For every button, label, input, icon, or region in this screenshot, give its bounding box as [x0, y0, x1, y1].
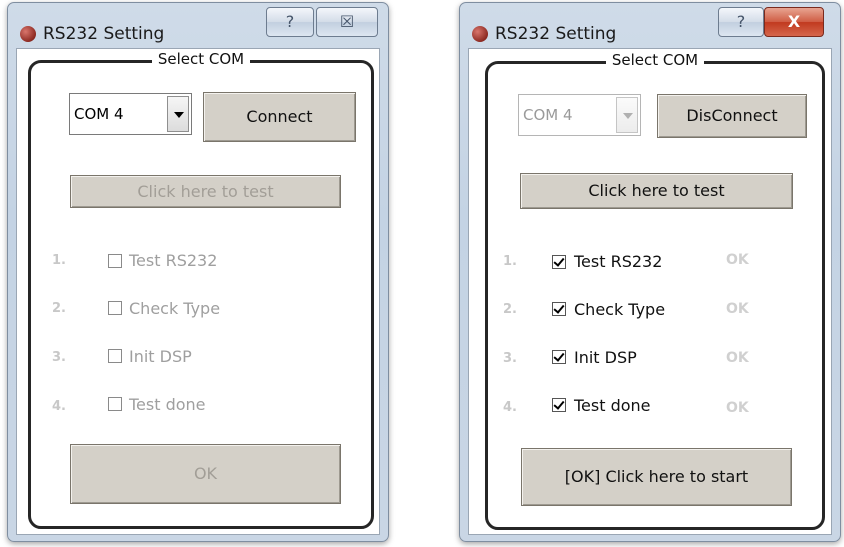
- test-button[interactable]: Click here to test: [520, 173, 793, 209]
- init-dsp-checkbox[interactable]: [108, 349, 122, 363]
- init-dsp-status: OK: [726, 350, 749, 366]
- com-port-select[interactable]: COM 4: [518, 94, 641, 136]
- title-bar[interactable]: RS232 Setting ? X: [460, 3, 840, 44]
- init-dsp-label: Init DSP: [129, 347, 192, 366]
- step-number: 1.: [52, 253, 66, 268]
- window-title: RS232 Setting: [495, 24, 617, 44]
- check-type-checkbox[interactable]: [552, 302, 566, 316]
- step-number: 2.: [52, 301, 66, 316]
- select-com-group: Select COM COM 4 DisConnect Click here t…: [485, 51, 825, 530]
- test-button[interactable]: Click here to test: [70, 175, 341, 208]
- com-port-value: COM 4: [523, 106, 573, 124]
- check-type-checkbox[interactable]: [108, 301, 122, 315]
- check-type-label: Check Type: [574, 300, 666, 319]
- step-number: 2.: [503, 302, 517, 317]
- title-bar[interactable]: RS232 Setting ? ☒: [8, 3, 388, 44]
- ok-button[interactable]: OK: [70, 444, 341, 504]
- test-done-label: Test done: [574, 396, 651, 415]
- disconnect-button[interactable]: DisConnect: [657, 94, 807, 138]
- help-button[interactable]: ?: [718, 7, 764, 37]
- init-dsp-checkbox[interactable]: [552, 350, 566, 364]
- chevron-down-icon[interactable]: [167, 96, 189, 132]
- test-done-checkbox[interactable]: [552, 398, 566, 412]
- test-rs232-label: Test RS232: [574, 252, 663, 271]
- step-number: 1.: [503, 254, 517, 269]
- rs232-setting-window-right: RS232 Setting ? X Select COM COM 4 DisCo…: [459, 2, 841, 542]
- com-port-value: COM 4: [74, 105, 124, 123]
- test-done-checkbox[interactable]: [108, 397, 122, 411]
- check-type-label: Check Type: [129, 299, 221, 318]
- step-number: 3.: [52, 350, 66, 365]
- step-number: 4.: [52, 399, 66, 414]
- test-rs232-checkbox[interactable]: [108, 254, 122, 268]
- app-icon: [472, 26, 488, 42]
- group-title: Select COM: [605, 51, 705, 69]
- chevron-down-icon[interactable]: [616, 97, 638, 133]
- test-done-status: OK: [726, 400, 749, 416]
- start-button[interactable]: [OK] Click here to start: [521, 448, 792, 506]
- test-rs232-label: Test RS232: [129, 251, 218, 270]
- test-rs232-checkbox[interactable]: [552, 255, 566, 269]
- init-dsp-label: Init DSP: [574, 348, 637, 367]
- connect-button[interactable]: Connect: [203, 92, 356, 142]
- test-rs232-status: OK: [726, 252, 749, 268]
- step-number: 3.: [503, 351, 517, 366]
- group-title: Select COM: [151, 50, 251, 68]
- check-type-status: OK: [726, 301, 749, 317]
- test-done-label: Test done: [129, 395, 206, 414]
- select-com-group: Select COM COM 4 Connect Click here to t…: [28, 50, 374, 529]
- close-button[interactable]: ☒: [316, 7, 378, 37]
- rs232-setting-window-left: RS232 Setting ? ☒ Select COM COM 4 Conne…: [7, 2, 389, 542]
- window-title: RS232 Setting: [43, 24, 165, 44]
- com-port-select[interactable]: COM 4: [69, 93, 192, 135]
- close-button[interactable]: X: [764, 7, 824, 37]
- step-number: 4.: [503, 400, 517, 415]
- app-icon: [20, 26, 36, 42]
- help-button[interactable]: ?: [266, 7, 314, 37]
